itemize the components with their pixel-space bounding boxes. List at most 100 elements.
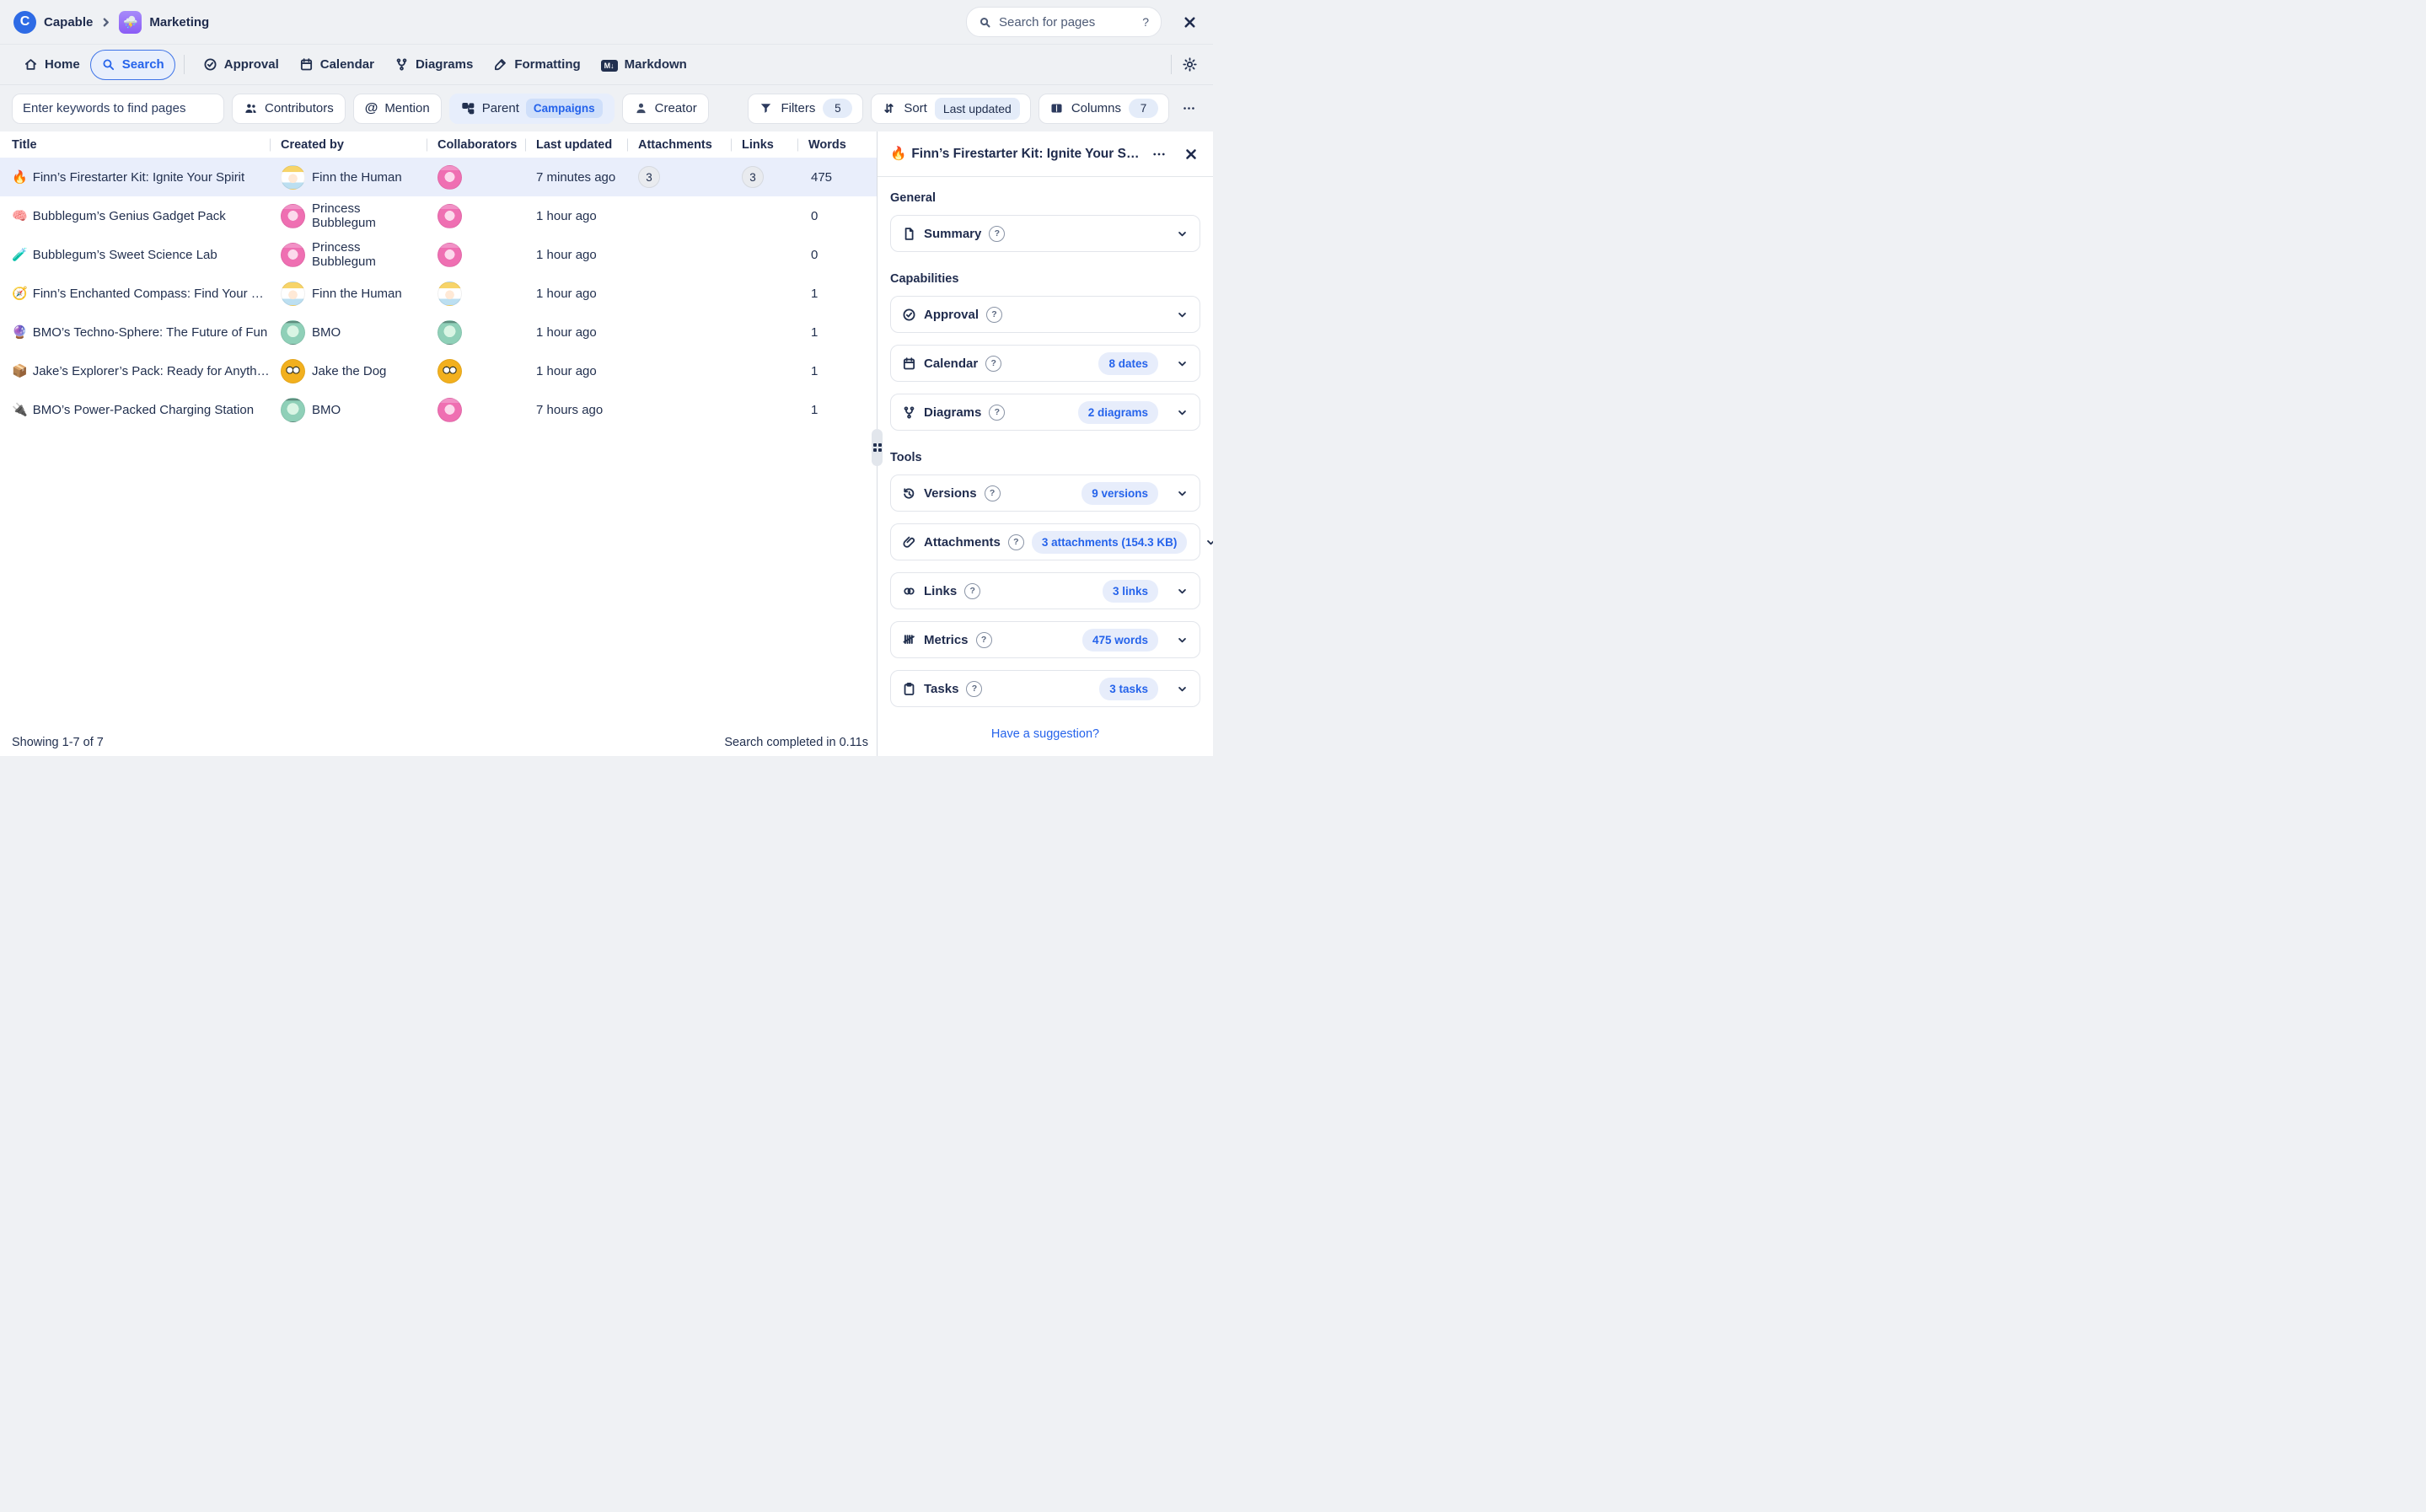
nav-right (1162, 55, 1200, 74)
keyword-search-input[interactable]: Enter keywords to find pages (12, 94, 224, 124)
table-row[interactable]: 🔮 BMO’s Techno-Sphere: The Future of Fun… (0, 313, 877, 351)
more-actions-button[interactable] (1177, 94, 1201, 124)
app-window: C Capable ⛈️ Marketing Search for pages … (0, 0, 1213, 756)
page-title: Bubblegum’s Sweet Science Lab (33, 248, 217, 262)
nav-item-markdown[interactable]: M↓Markdown (591, 50, 697, 80)
nav-divider (1171, 55, 1172, 74)
person-icon (634, 101, 648, 115)
check-circle-icon (203, 57, 217, 72)
filter-chip-parent[interactable]: ParentCampaigns (449, 94, 615, 124)
column-header-attachments[interactable]: Attachments (627, 138, 731, 152)
table-row[interactable]: 🔌 BMO’s Power-Packed Charging Station BM… (0, 390, 877, 429)
panel-card-tasks[interactable]: Tasks ?3 tasks (890, 670, 1200, 707)
action-columns-button[interactable]: Columns7 (1039, 94, 1169, 124)
cell-links: 3 (731, 166, 797, 188)
table-header: TitleCreated byCollaboratorsLast updated… (0, 131, 877, 158)
help-icon[interactable]: ? (976, 632, 992, 648)
filter-chips: Contributors@MentionParentCampaignsCreat… (232, 94, 709, 124)
table-row[interactable]: 🔥 Finn’s Firestarter Kit: Ignite Your Sp… (0, 158, 877, 196)
panel-card-approval[interactable]: Approval ? (890, 296, 1200, 333)
help-icon[interactable]: ? (964, 583, 980, 599)
page-emoji: 🔥 (890, 146, 906, 162)
panel-card-diagrams[interactable]: Diagrams ?2 diagrams (890, 394, 1200, 431)
panel-card-summary[interactable]: Summary ? (890, 215, 1200, 252)
panel-resize-handle[interactable] (872, 429, 883, 466)
table-row[interactable]: 🧠 Bubblegum’s Genius Gadget Pack Princes… (0, 196, 877, 235)
table-row[interactable]: 📦 Jake’s Explorer’s Pack: Ready for Anyt… (0, 351, 877, 390)
page-title: BMO’s Techno-Sphere: The Future of Fun (33, 325, 267, 340)
cell-collaborators (427, 281, 525, 306)
cell-words: 1 (797, 403, 877, 417)
workspace-icon: ⛈️ (119, 11, 142, 34)
breadcrumb-workspace-name[interactable]: Marketing (149, 15, 209, 29)
breadcrumb: C Capable ⛈️ Marketing (13, 11, 209, 34)
help-icon[interactable]: ? (966, 681, 982, 697)
close-icon[interactable] (1182, 145, 1200, 164)
details-panel-header: 🔥 Finn’s Firestarter Kit: Ignite Your Sp… (878, 131, 1213, 177)
document-icon (902, 227, 916, 241)
panel-card-links[interactable]: Links ?3 links (890, 572, 1200, 609)
card-label: Diagrams (924, 405, 981, 420)
page-emoji: 🧪 (12, 247, 28, 262)
table-row[interactable]: 🧪 Bubblegum’s Sweet Science Lab Princess… (0, 235, 877, 274)
column-header-links[interactable]: Links (731, 138, 797, 152)
panel-card-attachments[interactable]: Attachments ?3 attachments (154.3 KB) (890, 523, 1200, 560)
help-icon[interactable]: ? (989, 405, 1005, 421)
global-search-input[interactable]: Search for pages ? (966, 7, 1162, 37)
close-icon[interactable] (1180, 13, 1200, 32)
avatar (281, 398, 305, 422)
chevron-down-icon (1176, 308, 1189, 321)
filter-bar: Enter keywords to find pages Contributor… (0, 85, 1213, 131)
panel-card-calendar[interactable]: Calendar ?8 dates (890, 345, 1200, 382)
breadcrumb-app-name[interactable]: Capable (44, 15, 93, 29)
search-shortcut-hint: ? (1142, 15, 1149, 29)
help-icon[interactable]: ? (1008, 534, 1024, 550)
panel-card-versions[interactable]: Versions ?9 versions (890, 475, 1200, 512)
column-header-created-by[interactable]: Created by (270, 138, 427, 152)
calendar-icon (902, 357, 916, 371)
nav-item-home[interactable]: Home (13, 50, 90, 80)
nav-item-diagrams[interactable]: Diagrams (384, 50, 483, 80)
cell-words: 1 (797, 364, 877, 378)
column-header-last-updated[interactable]: Last updated (525, 138, 627, 152)
avatar (281, 359, 305, 383)
column-header-title[interactable]: Title (0, 138, 270, 152)
filter-chip-creator[interactable]: Creator (622, 94, 709, 124)
diagram-icon (902, 405, 916, 420)
help-icon[interactable]: ? (986, 307, 1002, 323)
page-title: Bubblegum’s Genius Gadget Pack (33, 209, 226, 223)
action-count-badge: 5 (823, 99, 852, 118)
nav-item-calendar[interactable]: Calendar (289, 50, 384, 80)
column-header-words[interactable]: Words (797, 138, 877, 152)
panel-card-metrics[interactable]: Metrics ?475 words (890, 621, 1200, 658)
gear-icon[interactable] (1180, 55, 1200, 74)
help-icon[interactable]: ? (985, 356, 1001, 372)
cell-last-updated: 7 hours ago (525, 403, 627, 417)
action-filters-button[interactable]: Filters5 (748, 94, 863, 124)
nav-item-formatting[interactable]: Formatting (483, 50, 590, 80)
action-sort-button[interactable]: SortLast updated (871, 94, 1030, 124)
filter-chip-mention[interactable]: @Mention (353, 94, 442, 124)
content-area: TitleCreated byCollaboratorsLast updated… (0, 131, 1213, 756)
filter-chip-contributors[interactable]: Contributors (232, 94, 346, 124)
avatar (437, 204, 462, 228)
help-icon[interactable]: ? (985, 485, 1001, 501)
cell-attachments: 3 (627, 166, 731, 188)
cell-words: 1 (797, 287, 877, 301)
links-count-badge: 3 (742, 166, 764, 188)
ellipsis-icon[interactable] (1150, 145, 1168, 164)
avatar (437, 359, 462, 383)
panel-divider (877, 131, 878, 756)
page-title: Finn’s Enchanted Compass: Find Your Way (33, 287, 270, 301)
column-header-collaborators[interactable]: Collaborators (427, 138, 525, 152)
table-row[interactable]: 🧭 Finn’s Enchanted Compass: Find Your Wa… (0, 274, 877, 313)
panel-section-capabilities: Capabilities Approval ? Calendar ?8 date… (890, 272, 1200, 431)
details-panel: 🔥 Finn’s Firestarter Kit: Ignite Your Sp… (878, 131, 1213, 756)
table-rows: 🔥 Finn’s Firestarter Kit: Ignite Your Sp… (0, 158, 877, 429)
nav-item-search[interactable]: Search (90, 50, 175, 80)
nav-item-approval[interactable]: Approval (193, 50, 289, 80)
help-icon[interactable]: ? (989, 226, 1005, 242)
results-table: TitleCreated byCollaboratorsLast updated… (0, 131, 877, 756)
suggestion-link[interactable]: Have a suggestion? (890, 727, 1200, 741)
paperclip-icon (902, 535, 916, 550)
